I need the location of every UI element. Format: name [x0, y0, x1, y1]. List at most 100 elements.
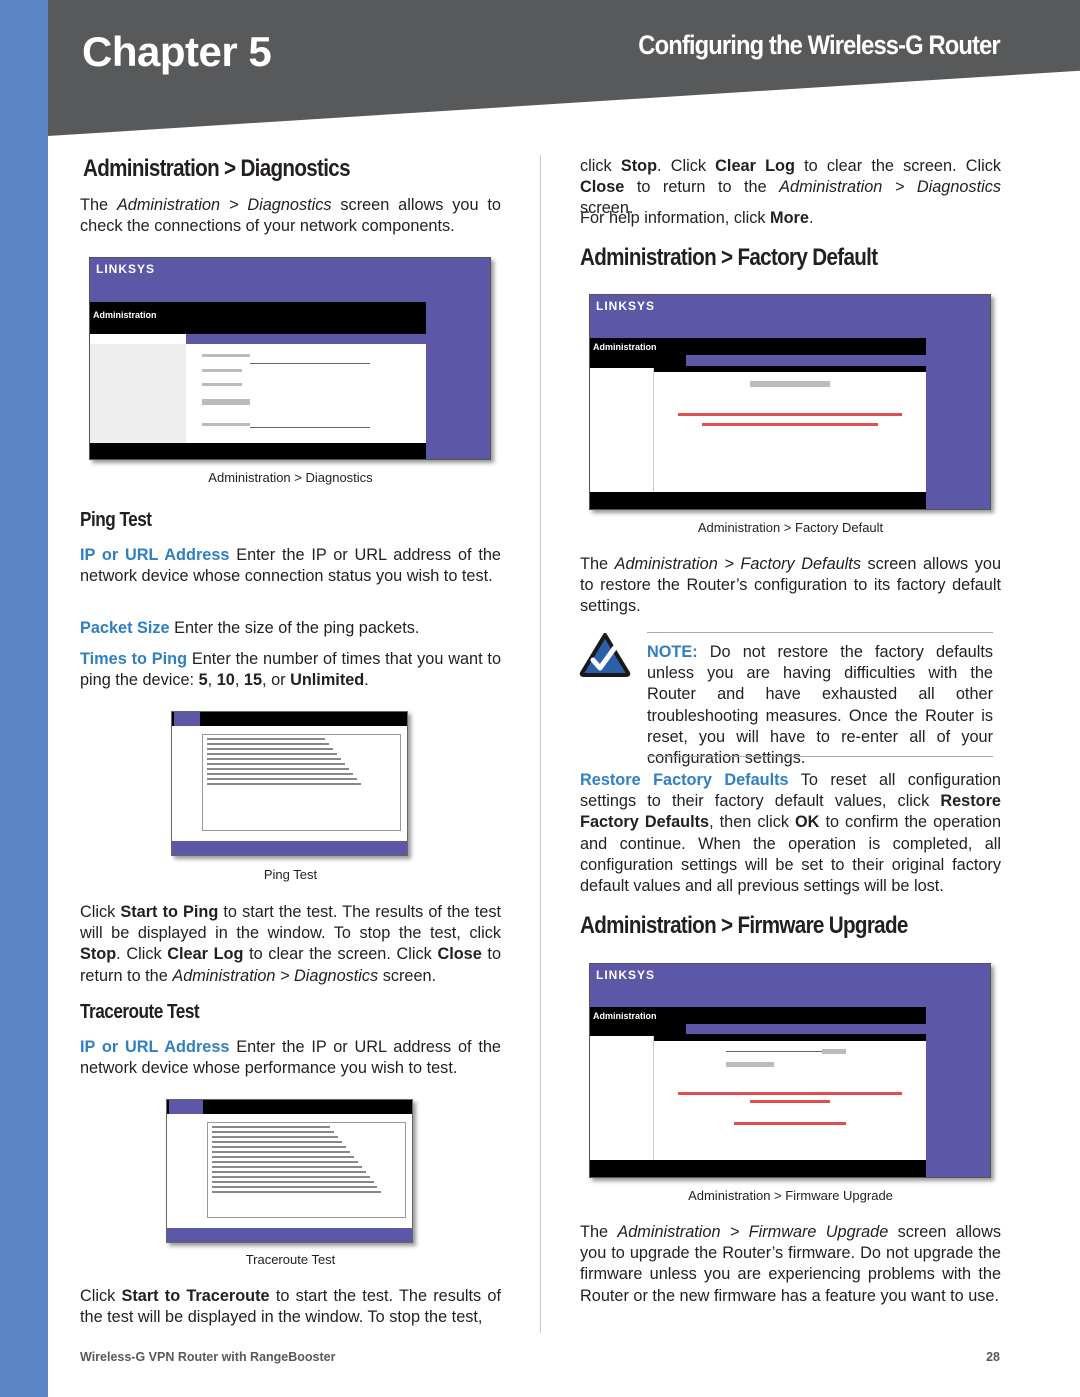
start-ping-paragraph: Click Start to Ping to start the test. T… — [80, 902, 501, 987]
ping-test-screenshot — [171, 711, 408, 856]
text-run: The — [80, 196, 117, 214]
text-run: Administration > Diagnostics — [172, 966, 379, 985]
log-line — [212, 1161, 358, 1163]
log-line — [207, 768, 349, 770]
log-line — [207, 743, 330, 745]
heading-ping-test: Ping Test — [80, 509, 152, 531]
term-label: IP or URL Address — [80, 546, 230, 564]
term-label: NOTE: — [647, 643, 698, 661]
text-run: Start to Ping — [120, 903, 219, 921]
section-label: Administration — [93, 310, 157, 321]
log-line — [207, 783, 361, 785]
log-line — [212, 1141, 343, 1143]
text-run: 5 — [198, 671, 208, 690]
log-line — [207, 738, 326, 740]
chapter-number: Chapter 5 — [82, 28, 272, 75]
text-run: click — [580, 157, 621, 175]
log-line — [212, 1181, 374, 1183]
text-run: 10 — [216, 671, 235, 690]
traceroute-test-screenshot — [166, 1099, 413, 1243]
text-run: 15 — [243, 671, 263, 690]
diagnostics-screenshot: LINKSYS Administration — [89, 257, 491, 460]
text-run: For help information, click — [580, 209, 771, 227]
help-paragraph: For help information, click More. — [580, 208, 1001, 229]
traceroute-ip-paragraph: IP or URL Address Enter the IP or URL ad… — [80, 1037, 501, 1079]
text-run: Enter the size of the ping packets. — [169, 619, 420, 637]
text-run: to return to the — [624, 178, 780, 197]
log-line — [212, 1151, 350, 1153]
factory-default-screenshot: LINKSYS Administration — [589, 294, 991, 510]
text-run: Start to Traceroute — [121, 1287, 270, 1305]
checkmark-note-icon — [579, 633, 631, 677]
firmware-intro-paragraph: The Administration > Firmware Upgrade sc… — [580, 1222, 1001, 1307]
page-number: 28 — [986, 1350, 1000, 1364]
footer-product: Wireless-G VPN Router with RangeBooster — [80, 1350, 336, 1364]
firmware-upgrade-screenshot: LINKSYS Administration — [589, 963, 991, 1178]
text-run: Stop — [620, 157, 658, 175]
text-run: The — [580, 1223, 618, 1241]
log-line — [212, 1136, 339, 1138]
log-line — [207, 778, 357, 780]
text-run: screen. — [378, 966, 437, 985]
log-line — [212, 1146, 346, 1148]
text-run: The — [580, 555, 615, 573]
text-run: Clear Log — [167, 945, 244, 964]
start-traceroute-paragraph: Click Start to Traceroute to start the t… — [80, 1286, 501, 1328]
text-run: Stop — [80, 945, 117, 964]
packet-size-paragraph: Packet Size Enter the size of the ping p… — [80, 618, 501, 639]
term-label: IP or URL Address — [80, 1038, 230, 1056]
text-run: Administration > Factory Defaults — [614, 555, 861, 573]
text-run: Administration > Diagnostics — [116, 196, 332, 214]
heading-firmware-upgrade: Administration > Firmware Upgrade — [580, 912, 908, 939]
log-line — [212, 1166, 362, 1168]
text-run: , — [234, 671, 244, 690]
log-line — [207, 763, 345, 765]
note-top-rule — [647, 632, 993, 633]
note-bottom-rule — [647, 756, 993, 757]
text-run: , then click — [709, 813, 796, 832]
text-run: , or — [262, 671, 291, 690]
factory-intro-paragraph: The Administration > Factory Defaults sc… — [580, 554, 1001, 618]
column-divider — [540, 155, 541, 1333]
text-run: OK — [795, 813, 820, 832]
term-label: Packet Size — [80, 619, 170, 637]
text-run: . — [808, 209, 814, 227]
heading-factory-default: Administration > Factory Default — [580, 244, 878, 271]
log-line — [207, 748, 334, 750]
linksys-logo: LINKSYS — [596, 968, 656, 982]
note-text: NOTE: Do not restore the factory default… — [647, 642, 993, 769]
text-run: Unlimited — [290, 671, 365, 690]
intro-paragraph: The Administration > Diagnostics screen … — [80, 195, 501, 237]
restore-defaults-paragraph: Restore Factory Defaults To reset all co… — [580, 770, 1001, 897]
caption-firmware-upgrade: Administration > Firmware Upgrade — [688, 1188, 893, 1203]
text-run: , — [207, 671, 217, 690]
log-line — [207, 773, 353, 775]
section-label: Administration — [593, 1010, 657, 1021]
caption-factory-default: Administration > Factory Default — [697, 520, 884, 535]
text-run: to clear the screen. Click — [243, 945, 438, 964]
term-label: Times to Ping — [80, 650, 188, 668]
text-run: Clear Log — [715, 157, 795, 175]
side-strip — [0, 0, 48, 1397]
log-line — [212, 1186, 378, 1188]
text-run: Administration > Diagnostics — [779, 178, 1001, 197]
log-line — [212, 1191, 382, 1193]
log-line — [212, 1126, 331, 1128]
text-run: Close — [580, 178, 625, 197]
chapter-title: Configuring the Wireless-G Router — [638, 30, 1001, 60]
log-line — [212, 1176, 370, 1178]
log-line — [212, 1156, 354, 1158]
term-label: Restore Factory Defaults — [580, 771, 789, 789]
text-run: Administration > Firmware Upgrade — [617, 1223, 889, 1241]
text-run: More — [770, 209, 809, 227]
text-run: to clear the screen. Click — [794, 157, 1001, 175]
heading-diagnostics: Administration > Diagnostics — [83, 155, 351, 182]
times-to-ping-paragraph: Times to Ping Enter the number of times … — [80, 649, 501, 691]
text-run: Close — [437, 945, 482, 964]
linksys-logo: LINKSYS — [96, 262, 156, 276]
text-run: Do not restore the factory defaults unle… — [647, 643, 993, 768]
log-line — [207, 758, 341, 760]
caption-ping-test: Ping Test — [263, 867, 318, 882]
text-run: Click — [80, 903, 121, 921]
text-run: . Click — [116, 945, 168, 964]
